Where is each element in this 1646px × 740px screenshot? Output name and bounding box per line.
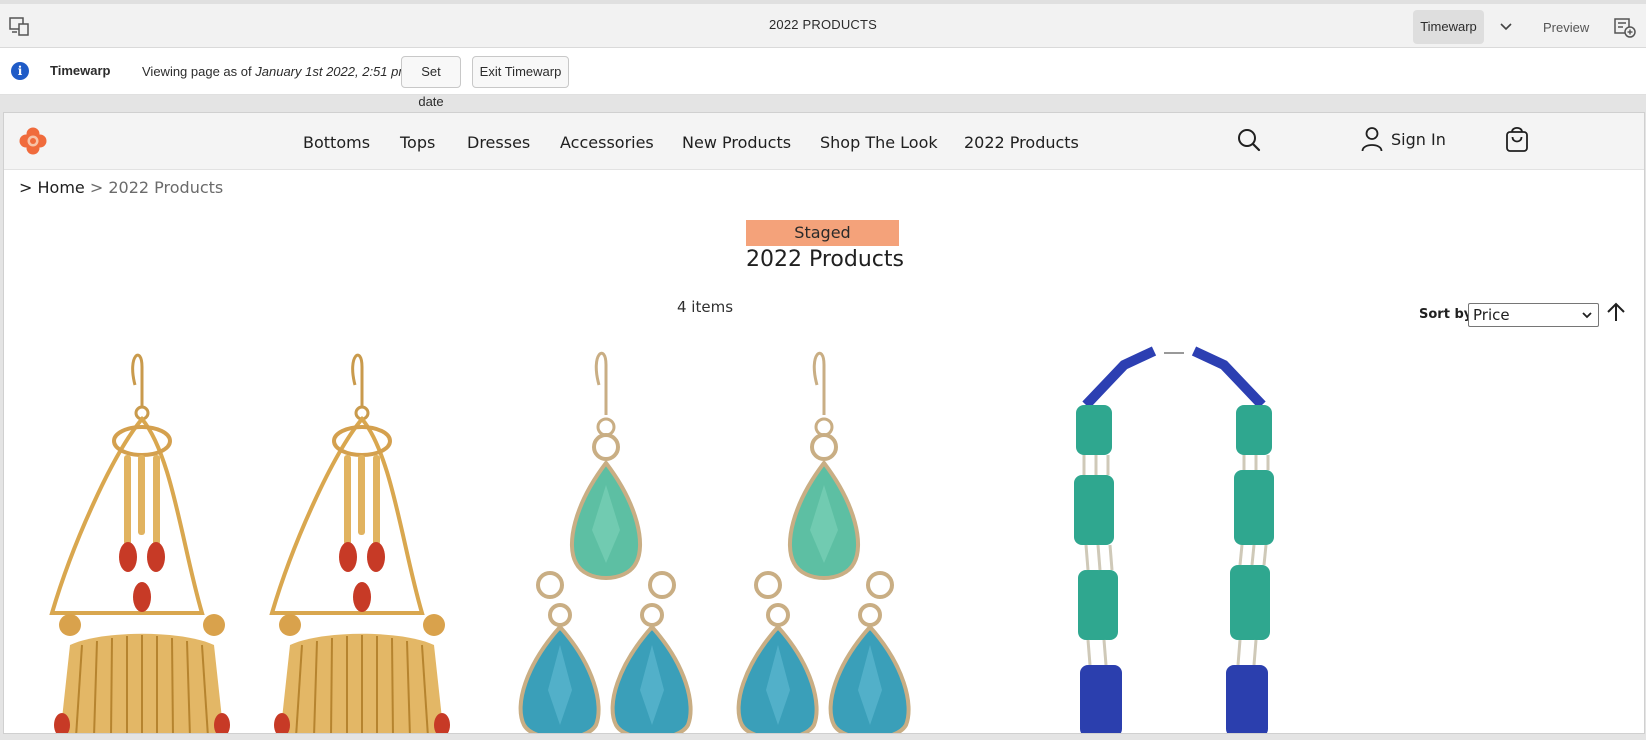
- logo-icon[interactable]: [19, 127, 47, 155]
- product-beaded-necklace[interactable]: [1064, 345, 1284, 733]
- breadcrumb-home[interactable]: Home: [38, 178, 85, 197]
- info-icon: i: [11, 62, 29, 80]
- sign-in-label: Sign In: [1391, 130, 1446, 149]
- timewarp-viewing-text: Viewing page as of January 1st 2022, 2:5…: [142, 64, 410, 79]
- breadcrumb-separator: >: [19, 178, 33, 197]
- nav-accessories[interactable]: Accessories: [560, 133, 654, 152]
- timewarp-bar: i Timewarp Viewing page as of January 1s…: [0, 48, 1646, 109]
- nav-2022-products[interactable]: 2022 Products: [964, 133, 1079, 152]
- sort-select-value: Price: [1473, 306, 1510, 324]
- gold-earrings-image: [49, 353, 452, 733]
- preview-button[interactable]: Preview: [1543, 20, 1589, 35]
- nav-shop-the-look[interactable]: Shop The Look: [820, 133, 938, 152]
- nav-new-products[interactable]: New Products: [682, 133, 791, 152]
- breadcrumb: > Home > 2022 Products: [19, 178, 223, 197]
- annotations-icon[interactable]: [1614, 17, 1636, 39]
- nav-tops[interactable]: Tops: [400, 133, 435, 152]
- item-count: 4 items: [677, 298, 734, 316]
- mode-selector-button[interactable]: Timewarp: [1413, 10, 1484, 44]
- site-header: Bottoms Tops Dresses Accessories New Pro…: [4, 113, 1644, 170]
- set-date-button[interactable]: Set date: [401, 56, 461, 109]
- nav-dresses[interactable]: Dresses: [467, 133, 530, 152]
- product-turquoise-drop-earrings[interactable]: [504, 345, 914, 733]
- cart-icon[interactable]: [1504, 125, 1530, 153]
- nav-bottoms[interactable]: Bottoms: [303, 133, 370, 152]
- page-frame: Bottoms Tops Dresses Accessories New Pro…: [3, 112, 1645, 734]
- editor-page-title: 2022 PRODUCTS: [768, 17, 878, 32]
- beaded-necklace-image: [1074, 346, 1274, 733]
- breadcrumb-current: 2022 Products: [108, 178, 224, 197]
- sort-select[interactable]: Price: [1468, 303, 1599, 327]
- exit-timewarp-button[interactable]: Exit Timewarp: [472, 56, 569, 88]
- timewarp-title: Timewarp: [50, 63, 111, 78]
- turquoise-earrings-image: [518, 351, 911, 733]
- breadcrumb-separator: >: [89, 178, 104, 197]
- chevron-down-icon: [1582, 312, 1592, 319]
- user-icon: [1361, 127, 1383, 152]
- timewarp-date: January 1st 2022, 2:51 pm: [255, 64, 410, 79]
- page-title: 2022 Products: [746, 247, 904, 272]
- search-icon[interactable]: [1236, 127, 1262, 153]
- product-gold-chandelier-earrings[interactable]: [42, 345, 452, 733]
- chevron-down-icon[interactable]: [1496, 17, 1516, 37]
- sort-label: Sort by: [1419, 307, 1473, 322]
- status-badge: Staged: [746, 220, 899, 246]
- editor-toolbar: 2022 PRODUCTS Timewarp Preview: [0, 0, 1646, 48]
- sort-ascending-icon[interactable]: [1605, 301, 1627, 323]
